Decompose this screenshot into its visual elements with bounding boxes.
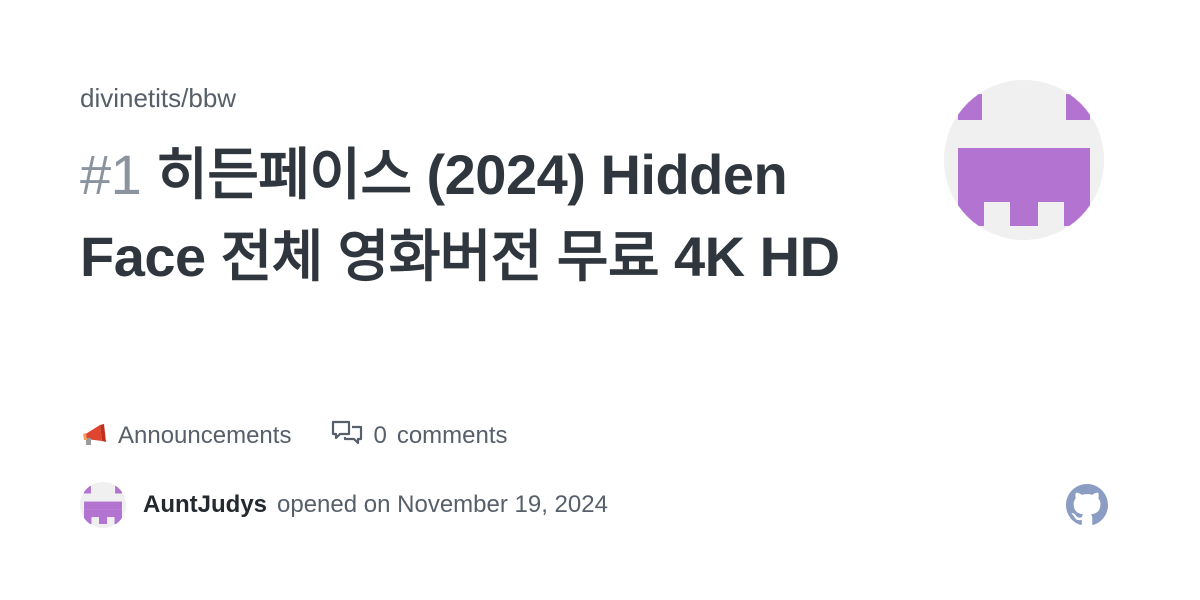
social-preview-card: divinetits/bbw #1 히든페이스 (2024) Hidden Fa… xyxy=(0,0,1200,600)
issue-number: #1 xyxy=(80,143,142,206)
megaphone-icon xyxy=(80,419,108,454)
author-row: AuntJudys opened on November 19, 2024 xyxy=(80,481,608,529)
comment-word: comments xyxy=(396,422,508,449)
author-avatar[interactable] xyxy=(80,482,126,528)
label-item[interactable]: Announcements xyxy=(80,419,291,454)
comment-discussion-icon xyxy=(331,419,363,454)
opened-text: opened on November 19, 2024 xyxy=(277,491,608,518)
comment-count: 0 xyxy=(373,422,387,449)
identicon xyxy=(944,80,1104,240)
issue-meta: Announcements 0 comments xyxy=(80,416,508,456)
identicon-small xyxy=(80,482,126,528)
issue-title[interactable]: #1 히든페이스 (2024) Hidden Face 전체 영화버전 무료 4… xyxy=(80,134,870,298)
github-logo-icon xyxy=(1066,484,1108,526)
repo-owner-avatar[interactable] xyxy=(944,80,1104,240)
author-name[interactable]: AuntJudys xyxy=(143,491,267,519)
label-text: Announcements xyxy=(118,422,292,449)
repo-path[interactable]: divinetits/bbw xyxy=(80,80,236,116)
issue-title-text: 히든페이스 (2024) Hidden Face 전체 영화버전 무료 4K H… xyxy=(80,143,840,288)
comments-item[interactable]: 0 comments xyxy=(331,419,508,454)
